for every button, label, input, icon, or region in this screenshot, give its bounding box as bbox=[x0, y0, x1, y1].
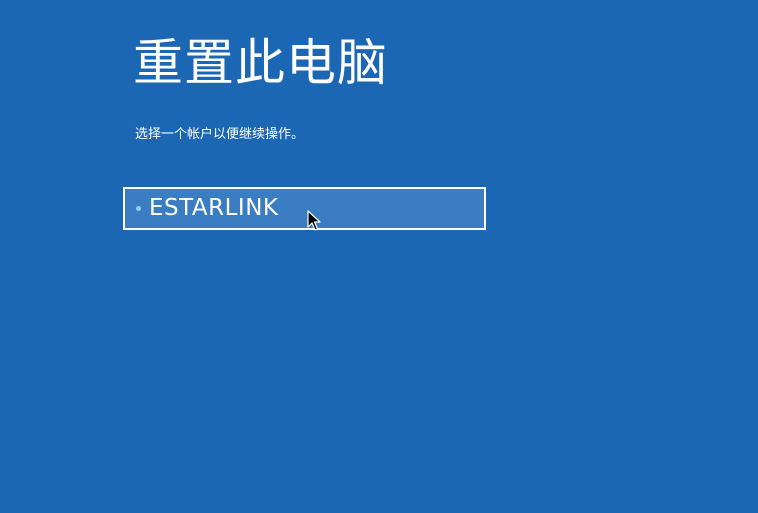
mouse-cursor-icon bbox=[307, 210, 321, 231]
account-label: ESTARLINK bbox=[149, 195, 279, 221]
reset-pc-screen: 重置此电脑 选择一个帐户以便继续操作。 ESTARLINK bbox=[0, 0, 758, 513]
page-subtitle: 选择一个帐户以便继续操作。 bbox=[135, 127, 305, 142]
page-title: 重置此电脑 bbox=[133, 34, 388, 92]
account-item-estarlink[interactable]: ESTARLINK bbox=[123, 187, 486, 230]
dot-icon bbox=[136, 206, 141, 211]
